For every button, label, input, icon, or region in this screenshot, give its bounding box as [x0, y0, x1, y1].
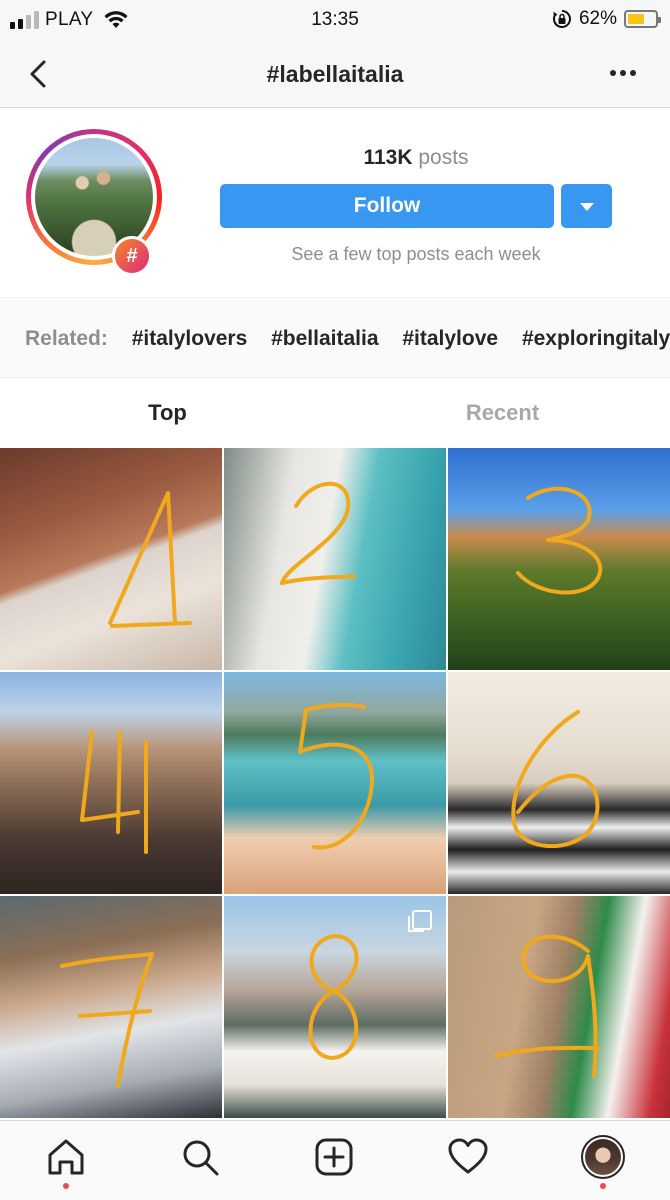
follow-subtitle: See a few top posts each week [291, 244, 541, 264]
post-thumbnail[interactable] [448, 896, 670, 1118]
annotation-number-6 [511, 710, 600, 849]
annotation-number-1 [108, 491, 192, 628]
home-icon[interactable] [44, 1135, 88, 1179]
related-tag[interactable]: #italylovers [132, 327, 248, 350]
orientation-lock-icon [552, 10, 571, 28]
profile-notification-dot [600, 1183, 606, 1189]
post-thumbnail[interactable] [0, 896, 222, 1118]
annotation-number-9 [494, 934, 600, 1078]
annotation-number-7 [60, 952, 154, 1088]
posts-count: 113K [363, 146, 413, 169]
post-thumbnail[interactable] [448, 448, 670, 670]
search-icon[interactable] [178, 1135, 222, 1179]
activity-heart-icon[interactable] [446, 1135, 490, 1179]
post-thumbnail[interactable] [224, 672, 446, 894]
posts-grid [0, 448, 670, 1120]
post-thumbnail[interactable] [448, 672, 670, 894]
posts-label: posts [418, 146, 469, 169]
status-right: 62% [552, 8, 661, 30]
battery-icon [624, 10, 661, 28]
page-title: #labellaitalia [266, 61, 404, 87]
post-thumbnail[interactable] [0, 672, 222, 894]
battery-level [628, 14, 645, 24]
annotation-number-5 [298, 702, 375, 850]
new-post-icon[interactable] [312, 1135, 356, 1179]
tab-recent[interactable]: Recent [335, 378, 670, 448]
related-hashtags-list: Related: #italylovers #bellaitalia #ital… [25, 327, 670, 351]
related-tag[interactable]: #exploringitaly [522, 327, 670, 350]
profile-avatar-photo [585, 1139, 621, 1175]
annotation-number-3 [516, 486, 602, 595]
feed-tabs: Top Recent [0, 378, 670, 448]
posts-count-line: 113K posts [220, 146, 612, 170]
profile-avatar[interactable] [581, 1135, 625, 1179]
multiple-photos-icon [408, 910, 432, 932]
annotation-number-2 [280, 481, 356, 585]
follow-button[interactable]: Follow [220, 184, 554, 228]
post-thumbnail[interactable] [224, 896, 446, 1118]
related-tag[interactable]: #italylove [402, 327, 498, 350]
post-thumbnail[interactable] [0, 448, 222, 670]
more-options-icon[interactable] [608, 60, 638, 86]
tab-top[interactable]: Top [0, 378, 335, 448]
hashtag-badge-icon: # [112, 236, 152, 276]
home-notification-dot [63, 1183, 69, 1189]
status-bar: PLAY 13:35 62% [0, 0, 670, 42]
navigation-bar: #labellaitalia [0, 42, 670, 108]
related-hashtags-row[interactable]: Related: #italylovers #bellaitalia #ital… [0, 298, 670, 378]
related-tag[interactable]: #bellaitalia [271, 327, 378, 350]
related-label: Related: [25, 327, 108, 350]
hashtag-header: # 113K posts Follow See a few top posts … [0, 108, 670, 298]
follow-options-dropdown-button[interactable] [561, 184, 612, 228]
bottom-tab-bar [0, 1120, 670, 1200]
post-thumbnail[interactable] [224, 448, 446, 670]
annotation-number-4 [80, 730, 148, 854]
battery-percent: 62% [578, 8, 617, 29]
